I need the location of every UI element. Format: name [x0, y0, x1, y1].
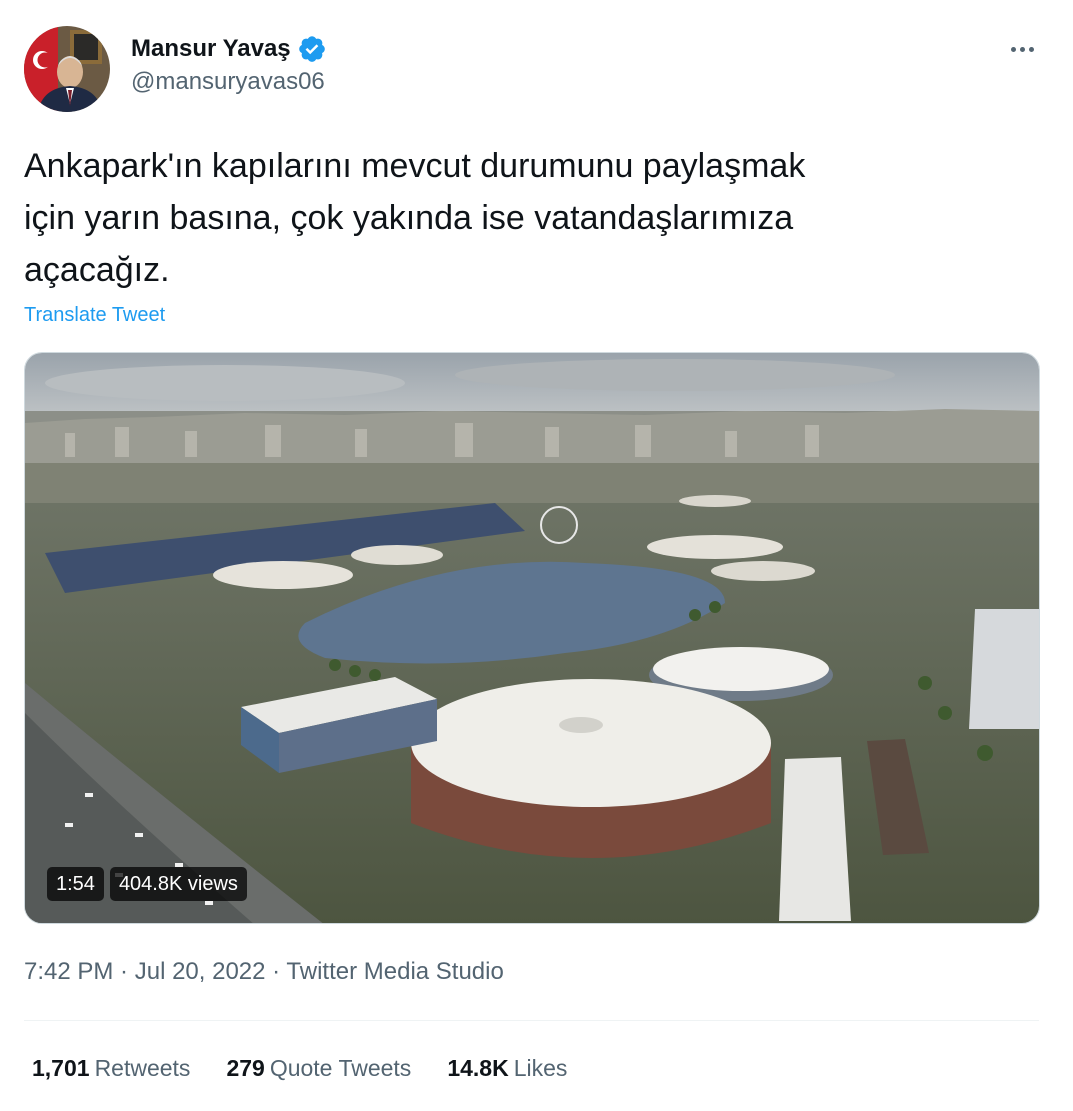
dot — [1019, 46, 1025, 52]
author-block: Mansur Yavaş @mansuryavas06 — [131, 34, 327, 98]
author-handle[interactable]: @mansuryavas06 — [131, 66, 327, 98]
quote-tweets-label: Quote Tweets — [269, 1055, 412, 1081]
quote-tweets-stat[interactable]: 279 Quote Tweets — [226, 1052, 411, 1084]
dot — [1010, 46, 1016, 52]
divider — [24, 1020, 1039, 1021]
quote-tweets-count: 279 — [226, 1055, 265, 1081]
retweets-stat[interactable]: 1,701 Retweets — [32, 1052, 190, 1084]
tweet-date[interactable]: Jul 20, 2022 — [135, 958, 266, 985]
tweet-text: Ankapark'ın kapılarını mevcut durumunu p… — [24, 147, 806, 289]
retweets-count: 1,701 — [32, 1055, 90, 1081]
avatar[interactable] — [24, 26, 110, 112]
video-duration: 1:54 — [47, 867, 104, 901]
translate-tweet-link[interactable]: Translate Tweet — [24, 302, 165, 328]
likes-label: Likes — [513, 1055, 568, 1081]
likes-stat[interactable]: 14.8K Likes — [447, 1052, 567, 1084]
more-options-icon[interactable] — [1007, 36, 1037, 62]
separator: · — [265, 958, 287, 985]
retweets-label: Retweets — [94, 1055, 191, 1081]
author-name-row[interactable]: Mansur Yavaş — [131, 34, 327, 64]
video-views: 404.8K views — [109, 867, 247, 901]
verified-badge-icon[interactable] — [297, 34, 327, 64]
engagement-stats: 1,701 Retweets 279 Quote Tweets 14.8K Likes — [32, 1052, 567, 1084]
author-display-name[interactable]: Mansur Yavaş — [131, 34, 291, 64]
video-player[interactable]: 1:54 404.8K views — [24, 352, 1040, 924]
tweet-source[interactable]: Twitter Media Studio — [286, 958, 503, 985]
video-thumbnail — [25, 353, 1039, 923]
likes-count: 14.8K — [447, 1055, 509, 1081]
dot — [1028, 46, 1034, 52]
tweet-time[interactable]: 7:42 PM — [24, 958, 113, 985]
video-info-badges: 1:54 404.8K views — [47, 867, 247, 901]
tweet-meta: 7:42 PM · Jul 20, 2022 · Twitter Media S… — [24, 956, 504, 988]
separator: · — [113, 958, 135, 985]
